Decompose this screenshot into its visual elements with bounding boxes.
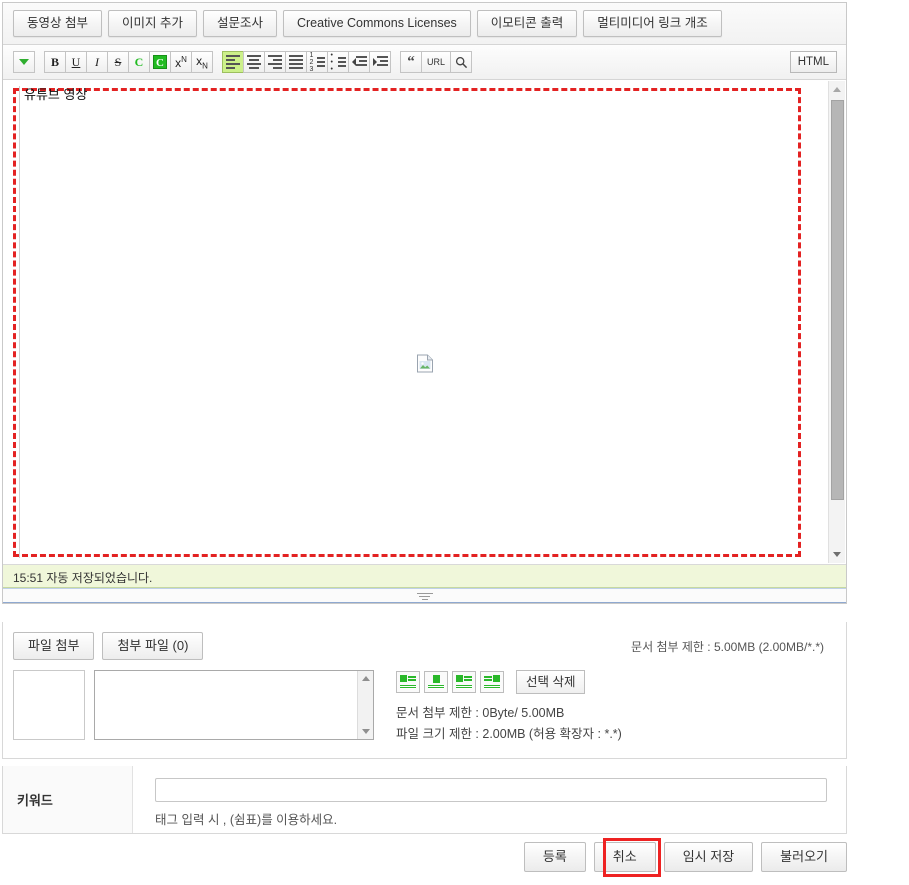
formatting-toolbar: B U I S C C xN xN 123 • • • “ URL HTML bbox=[3, 45, 846, 80]
align-center-icon bbox=[247, 55, 261, 69]
blockquote-button[interactable]: “ bbox=[400, 51, 422, 73]
keyword-hint: 태그 입력 시 , (쉼표)를 이용하세요. bbox=[155, 813, 338, 827]
multimedia-link-button[interactable]: 멀티미디어 링크 개조 bbox=[583, 10, 722, 37]
attached-file-list[interactable] bbox=[94, 670, 374, 740]
submit-button[interactable]: 등록 bbox=[523, 842, 586, 872]
unordered-list-button[interactable]: • • • bbox=[327, 51, 349, 73]
scroll-up-button[interactable] bbox=[829, 81, 846, 98]
subscript-button[interactable]: xN bbox=[191, 51, 213, 73]
align-center-button[interactable] bbox=[243, 51, 265, 73]
align-left-icon bbox=[226, 55, 240, 69]
plugin-toolbar: 동영상 첨부 이미지 추가 설문조사 Creative Commons Lice… bbox=[3, 3, 846, 45]
text-style-group: B U I S C C xN xN bbox=[44, 51, 213, 73]
load-button[interactable]: 불러오기 bbox=[761, 842, 847, 872]
emoticon-button[interactable]: 이모티콘 출력 bbox=[476, 10, 578, 37]
attachment-thumbnail-box[interactable] bbox=[13, 670, 85, 740]
superscript-button[interactable]: xN bbox=[170, 51, 192, 73]
save-draft-button[interactable]: 임시 저장 bbox=[663, 842, 754, 872]
insert-url-button[interactable]: URL bbox=[421, 51, 451, 73]
ordered-list-button[interactable]: 123 bbox=[306, 51, 328, 73]
align-justify-button[interactable] bbox=[285, 51, 307, 73]
strikethrough-button[interactable]: S bbox=[107, 51, 129, 73]
editor-document[interactable]: 유튜브 영상 bbox=[19, 86, 791, 558]
image-wrap-icon bbox=[484, 675, 500, 689]
cancel-button[interactable]: 취소 bbox=[593, 842, 656, 872]
form-action-buttons: 등록 취소 임시 저장 불러오기 bbox=[523, 842, 847, 872]
survey-button[interactable]: 설문조사 bbox=[202, 10, 277, 37]
autosave-text: 15:51 자동 저장되었습니다. bbox=[13, 571, 153, 585]
align-right-button[interactable] bbox=[264, 51, 286, 73]
align-right-icon bbox=[268, 55, 282, 69]
image-align-wrap-button[interactable] bbox=[480, 671, 504, 693]
outdent-button[interactable] bbox=[348, 51, 370, 73]
attachment-limits: 문서 첨부 제한 : 0Byte/ 5.00MB 파일 크기 제한 : 2.00… bbox=[396, 703, 622, 744]
add-image-button[interactable]: 이미지 추가 bbox=[107, 10, 197, 37]
indent-button[interactable] bbox=[369, 51, 391, 73]
underline-button[interactable]: U bbox=[65, 51, 87, 73]
bold-button[interactable]: B bbox=[44, 51, 66, 73]
editor-scrollbar[interactable] bbox=[828, 81, 845, 563]
attach-file-button[interactable]: 파일 첨부 bbox=[13, 632, 95, 660]
keyword-label: 키워드 bbox=[3, 766, 133, 833]
keyword-field-wrap: 태그 입력 시 , (쉼표)를 이용하세요. bbox=[133, 766, 846, 833]
font-color-button[interactable]: C bbox=[128, 51, 150, 73]
image-align-center-button[interactable] bbox=[424, 671, 448, 693]
triangle-up-icon bbox=[833, 87, 841, 92]
file-size-limit-text: 파일 크기 제한 : 2.00MB (허용 확장자 : *.*) bbox=[396, 726, 622, 741]
image-align-left-button[interactable] bbox=[396, 671, 420, 693]
attachment-toolbar: 파일 첨부 첨부 파일 (0) 문서 첨부 제한 : 5.00MB (2.00M… bbox=[13, 632, 836, 660]
outdent-icon bbox=[351, 55, 367, 69]
attachment-body: 선택 삭제 문서 첨부 제한 : 0Byte/ 5.00MB 파일 크기 제한 … bbox=[13, 670, 836, 744]
chevron-down-icon bbox=[19, 59, 29, 65]
insert-group: “ URL bbox=[400, 51, 472, 73]
keyword-row: 키워드 태그 입력 시 , (쉼표)를 이용하세요. bbox=[2, 766, 847, 834]
image-align-row: 선택 삭제 bbox=[396, 670, 622, 694]
file-list-scrollbar[interactable] bbox=[357, 671, 373, 739]
html-mode-button[interactable]: HTML bbox=[789, 51, 837, 73]
cc-licenses-button[interactable]: Creative Commons Licenses bbox=[282, 10, 471, 37]
editor-content-area[interactable]: 유튜브 영상 bbox=[3, 80, 846, 565]
quote-icon: “ bbox=[407, 53, 415, 70]
search-icon bbox=[455, 56, 467, 68]
bullet-list-icon: • • • bbox=[331, 52, 346, 73]
doc-limit-top-text: 문서 첨부 제한 : 5.00MB (2.00MB/*.*) bbox=[631, 639, 824, 654]
resize-grip-icon bbox=[416, 593, 433, 602]
background-color-button[interactable]: C bbox=[149, 51, 171, 73]
scrollbar-thumb[interactable] bbox=[830, 100, 844, 500]
image-center-icon bbox=[428, 675, 444, 689]
editor-first-line[interactable]: 유튜브 영상 bbox=[24, 86, 791, 104]
delete-selected-button[interactable]: 선택 삭제 bbox=[516, 670, 586, 694]
triangle-up-icon[interactable] bbox=[361, 676, 370, 681]
keyword-input[interactable] bbox=[155, 778, 827, 802]
indent-icon bbox=[372, 55, 388, 69]
editor-resize-handle[interactable] bbox=[3, 588, 846, 603]
editor-panel: 동영상 첨부 이미지 추가 설문조사 Creative Commons Lice… bbox=[2, 2, 847, 604]
scroll-down-button[interactable] bbox=[829, 546, 846, 563]
doc-limit-used-text: 문서 첨부 제한 : 0Byte/ 5.00MB bbox=[396, 706, 565, 720]
image-align-right-button[interactable] bbox=[452, 671, 476, 693]
image-align-tools: 선택 삭제 문서 첨부 제한 : 0Byte/ 5.00MB 파일 크기 제한 … bbox=[396, 670, 622, 744]
attachment-section: 파일 첨부 첨부 파일 (0) 문서 첨부 제한 : 5.00MB (2.00M… bbox=[2, 622, 847, 760]
triangle-down-icon bbox=[833, 552, 841, 557]
broken-image-icon bbox=[416, 354, 433, 373]
toolbar-expand-button[interactable] bbox=[13, 51, 35, 73]
align-left-button[interactable] bbox=[222, 51, 244, 73]
image-left-icon bbox=[400, 675, 416, 689]
autosave-status-bar: 15:51 자동 저장되었습니다. bbox=[3, 565, 846, 588]
alignment-group: 123 • • • bbox=[222, 51, 391, 73]
triangle-down-icon[interactable] bbox=[361, 729, 370, 734]
search-button[interactable] bbox=[450, 51, 472, 73]
image-right-icon bbox=[456, 675, 472, 689]
italic-button[interactable]: I bbox=[86, 51, 108, 73]
align-justify-icon bbox=[289, 55, 303, 69]
numbered-list-icon: 123 bbox=[310, 52, 325, 73]
attached-files-button[interactable]: 첨부 파일 (0) bbox=[102, 632, 204, 660]
attach-video-button[interactable]: 동영상 첨부 bbox=[13, 10, 102, 37]
